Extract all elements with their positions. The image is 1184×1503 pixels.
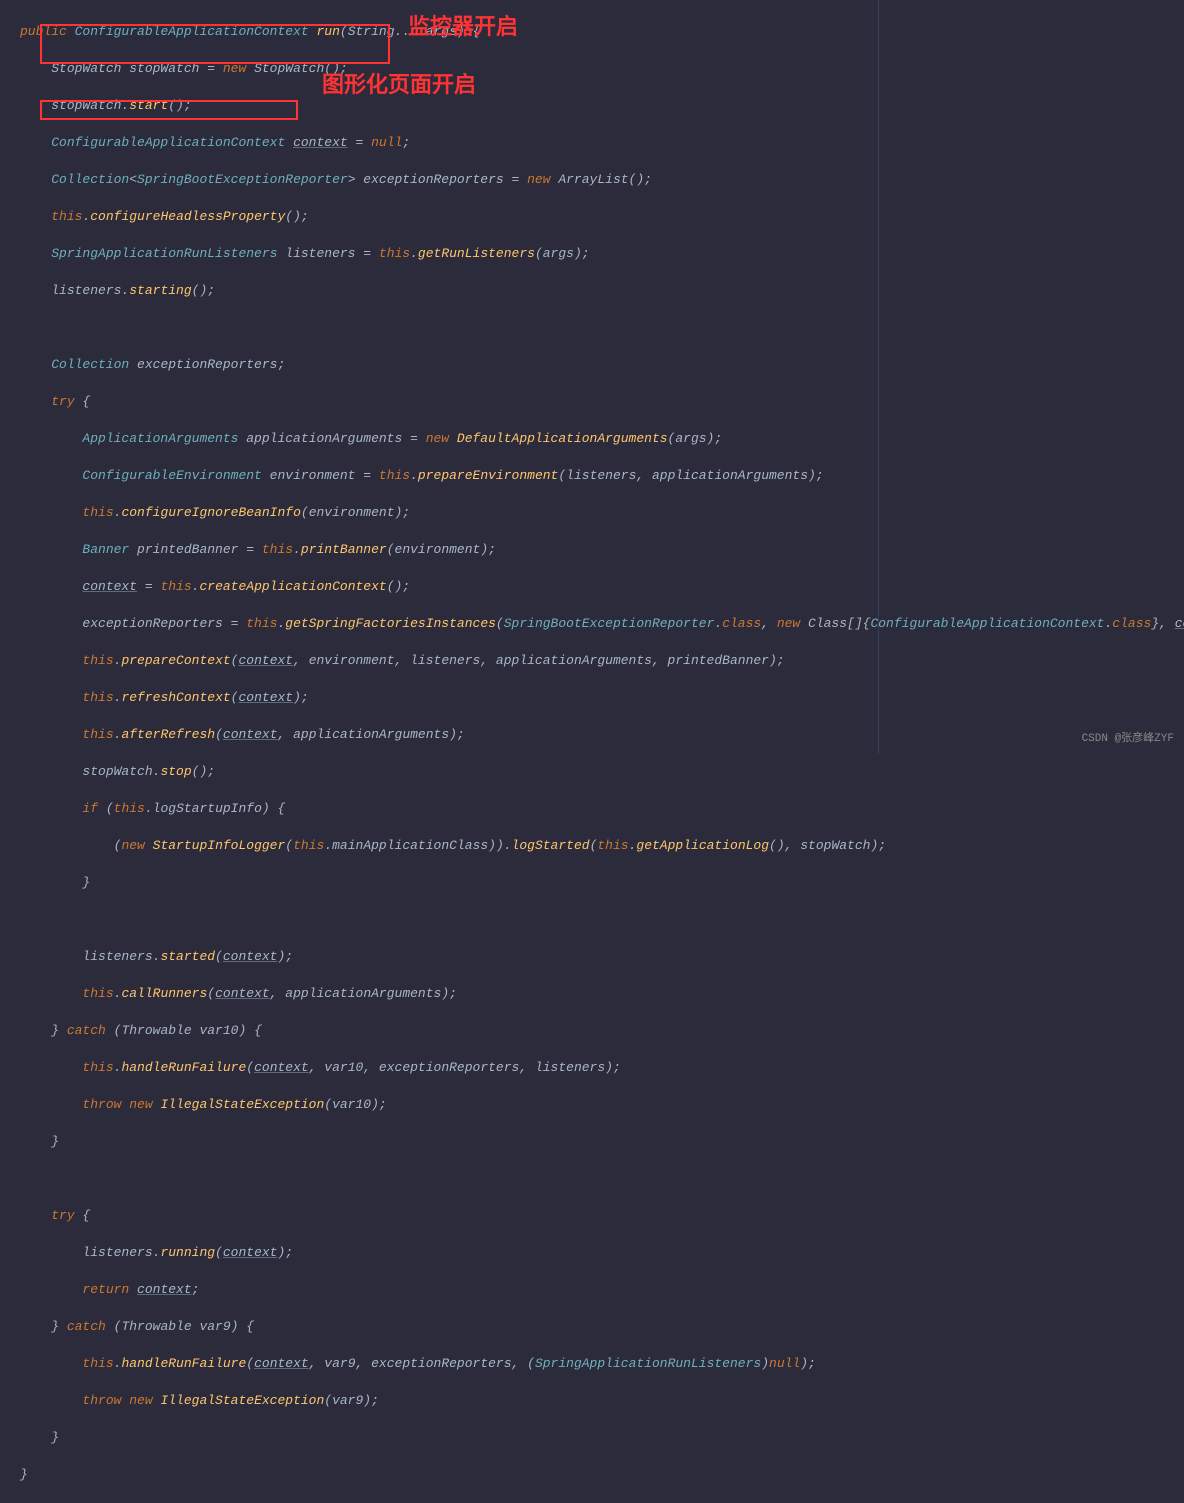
code-line[interactable]: } [20,1133,1184,1152]
code-line[interactable]: this.configureHeadlessProperty(); [20,208,1184,227]
code-line[interactable] [20,1170,1184,1189]
code-line[interactable]: try { [20,1207,1184,1226]
code-line[interactable]: throw new IllegalStateException(var9); [20,1392,1184,1411]
code-line[interactable]: Banner printedBanner = this.printBanner(… [20,541,1184,560]
code-line[interactable] [20,911,1184,930]
code-line[interactable]: } catch (Throwable var9) { [20,1318,1184,1337]
code-line[interactable]: listeners.starting(); [20,282,1184,301]
code-line[interactable]: ConfigurableApplicationContext context =… [20,134,1184,153]
code-line[interactable]: listeners.started(context); [20,948,1184,967]
code-line[interactable]: this.afterRefresh(context, applicationAr… [20,726,1184,745]
code-line[interactable]: throw new IllegalStateException(var10); [20,1096,1184,1115]
code-line[interactable]: SpringApplicationRunListeners listeners … [20,245,1184,264]
code-line[interactable]: } [20,1429,1184,1448]
code-line[interactable]: this.configureIgnoreBeanInfo(environment… [20,504,1184,523]
code-line[interactable]: this.handleRunFailure(context, var9, exc… [20,1355,1184,1374]
code-line[interactable]: stopWatch.start(); [20,97,1184,116]
code-line[interactable]: context = this.createApplicationContext(… [20,578,1184,597]
code-line[interactable]: (new StartupInfoLogger(this.mainApplicat… [20,837,1184,856]
code-line[interactable]: if (this.logStartupInfo) { [20,800,1184,819]
code-line[interactable]: Collection exceptionReporters; [20,356,1184,375]
code-line[interactable]: } catch (Throwable var10) { [20,1022,1184,1041]
code-line[interactable]: ConfigurableEnvironment environment = th… [20,467,1184,486]
code-line[interactable]: ApplicationArguments applicationArgument… [20,430,1184,449]
code-line[interactable]: this.refreshContext(context); [20,689,1184,708]
code-line[interactable]: } [20,874,1184,893]
watermark: CSDN @张彦峰ZYF [1082,730,1174,749]
code-line[interactable]: exceptionReporters = this.getSpringFacto… [20,615,1184,634]
code-line[interactable] [20,319,1184,338]
code-line[interactable]: try { [20,393,1184,412]
editor-margin-line [878,0,879,754]
code-editor[interactable]: public ConfigurableApplicationContext ru… [20,4,1184,1503]
code-line[interactable]: listeners.running(context); [20,1244,1184,1263]
code-line[interactable]: stopWatch.stop(); [20,763,1184,782]
code-line[interactable]: } [20,1466,1184,1485]
code-line[interactable]: StopWatch stopWatch = new StopWatch(); [20,60,1184,79]
code-line[interactable]: this.prepareContext(context, environment… [20,652,1184,671]
code-line[interactable]: Collection<SpringBootExceptionReporter> … [20,171,1184,190]
code-line[interactable]: this.handleRunFailure(context, var10, ex… [20,1059,1184,1078]
code-line[interactable]: this.callRunners(context, applicationArg… [20,985,1184,1004]
code-line[interactable]: public ConfigurableApplicationContext ru… [20,23,1184,42]
code-line[interactable]: return context; [20,1281,1184,1300]
